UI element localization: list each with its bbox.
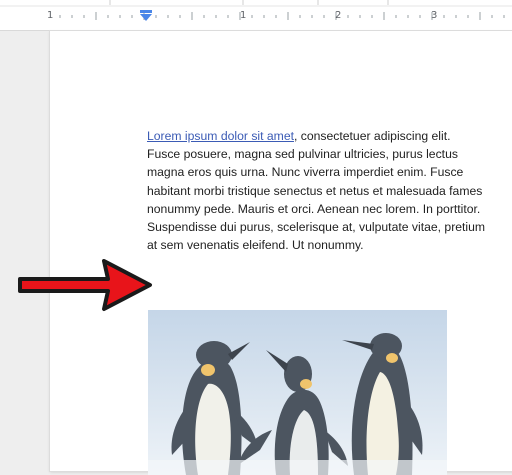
text-line: nonummy pede. Mauris et orci. Aenean nec… — [147, 201, 481, 216]
ruler-number: 1 — [47, 10, 54, 21]
text-line: Fusce posuere, magna sed pulvinar ultric… — [147, 147, 458, 162]
ruler-number: 2 — [335, 10, 342, 21]
penguins-illustration — [148, 310, 447, 475]
document-body-text[interactable]: Lorem ipsum dolor sit amet, consectetuer… — [147, 127, 512, 254]
text-line: Lorem ipsum dolor sit amet, consectetuer… — [147, 127, 512, 145]
ruler-number: 1 — [240, 10, 247, 21]
ruler-number: 3 — [431, 10, 438, 21]
indent-marker-icon[interactable] — [139, 10, 153, 22]
hyperlink[interactable]: Lorem ipsum dolor sit amet — [147, 129, 294, 143]
document-page[interactable]: Lorem ipsum dolor sit amet, consectetuer… — [50, 31, 512, 475]
text-line: magna eros quis urna. Nunc viverra imper… — [147, 165, 464, 180]
text-line: Suspendisse dui purus, scelerisque at, v… — [147, 220, 486, 235]
penguins-image[interactable] — [148, 310, 447, 475]
red-arrow-icon — [18, 259, 152, 311]
text-line: habitant morbi tristique senectus et net… — [147, 183, 483, 198]
text-line: at sem venenatis eleifend. Ut nonummy. — [147, 238, 364, 253]
text-line-rest: , consectetuer adipiscing elit. — [293, 129, 451, 143]
horizontal-ruler[interactable]: 1 1 2 3 — [0, 0, 512, 31]
